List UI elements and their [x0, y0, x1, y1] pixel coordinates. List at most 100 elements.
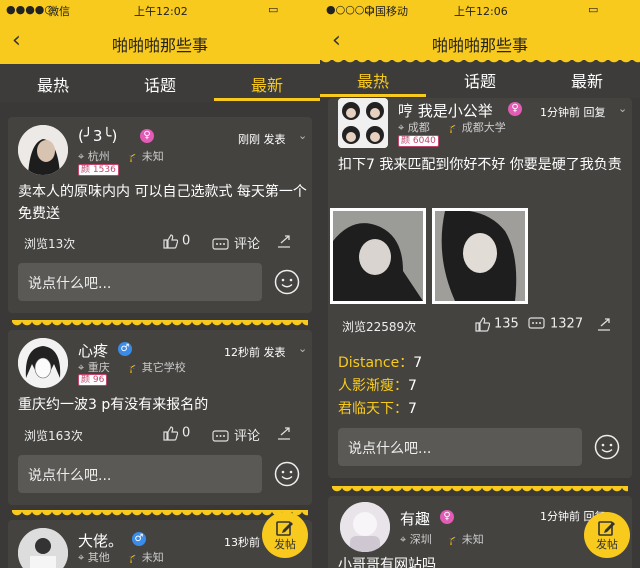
photo-image [435, 211, 525, 301]
tab-latest[interactable]: 最新 [534, 68, 640, 92]
page-title: 啪啪啪那些事 [111, 36, 208, 55]
reply-item[interactable]: 人影渐瘦：7 [338, 375, 417, 395]
new-post-label: 发帖 [274, 538, 296, 551]
author-name[interactable]: 哼 我是小公举 [398, 100, 493, 121]
tab-latest[interactable]: 最新 [214, 72, 320, 96]
post-photo[interactable] [330, 208, 426, 304]
cap-icon: 🎓 [128, 150, 142, 163]
new-post-button[interactable]: 发帖 [584, 512, 630, 558]
comment-input[interactable]: 说点什么吧... [338, 428, 582, 466]
post-content: 卖本人的原味内内 可以自己选款式 每天第一个免费送 [18, 184, 307, 222]
thumb-up-icon [163, 234, 179, 249]
like-button[interactable]: 0 [162, 425, 190, 441]
signal-indicator: ●●●●○ [6, 3, 54, 16]
avatar[interactable] [340, 502, 390, 552]
emoji-icon[interactable] [274, 461, 300, 487]
level-badge: 颜 1536 [78, 164, 119, 176]
author-name[interactable]: (╯3╰) [78, 127, 117, 145]
reply-text: 7 [408, 378, 417, 394]
like-button[interactable]: 0 [162, 233, 190, 249]
reply-item[interactable]: 君临天下：7 [338, 398, 417, 418]
male-icon: ♂ [132, 532, 146, 546]
clock: 上午12:02 [134, 5, 188, 18]
scallop-divider [320, 56, 640, 66]
cap-icon: 🎓 [128, 361, 142, 374]
cap-icon: 🎓 [128, 551, 142, 564]
share-icon [278, 235, 290, 248]
tab-underline [214, 98, 320, 101]
post-card[interactable]: 心疼 ♂ ⌖ 重庆 🎓其它学校 颜 96 12秒前 发表 ⌄ 重庆约一波3 p有… [8, 330, 312, 505]
photo-image [333, 211, 423, 301]
page-title: 啪啪啪那些事 [431, 36, 528, 55]
pin-icon: ⌖ [400, 533, 407, 546]
chevron-down-icon[interactable]: ⌄ [298, 342, 307, 355]
tab-topics[interactable]: 话题 [427, 68, 533, 92]
view-count: 浏览163次 [24, 429, 83, 443]
pin-icon: ⌖ [78, 150, 85, 163]
tab-hot[interactable]: 最热 [0, 72, 106, 96]
post-time: 刚刚 发表 [238, 133, 286, 146]
female-icon: ♀ [508, 102, 522, 116]
badge-icon: 颜 [401, 136, 411, 146]
level-badge: 颜 96 [78, 374, 108, 386]
left-screen: ●●●●○ 微信 上午12:02 ▭ ‹ 啪啪啪那些事 最热 话题 最新 (╯3… [0, 0, 320, 568]
chevron-down-icon[interactable]: ⌄ [618, 102, 627, 115]
pin-icon: ⌖ [398, 121, 405, 134]
pin-icon: ⌖ [78, 551, 85, 564]
scallop-divider [332, 486, 628, 494]
post-card[interactable]: 哼 我是小公举 ♀ ⌖ 成都 🎓成都大学 颜 6040 1分钟前 回复 ⌄ 扣下… [328, 98, 632, 478]
post-content: 扣下7 我来匹配到你好不好 你要是硬了我负责 [338, 157, 622, 173]
battery-icon: ▭ [268, 3, 279, 16]
comment-icon [212, 429, 229, 442]
emoji-icon[interactable] [594, 434, 620, 460]
view-count: 浏览22589次 [342, 320, 417, 334]
new-post-button[interactable]: 发帖 [262, 512, 308, 558]
school: 🎓成都大学 [448, 121, 506, 134]
post-card[interactable]: (╯3╰) ♀ ⌖ 杭州 🎓未知 颜 1536 刚刚 发表 ⌄ 卖本人的原味内内… [8, 117, 312, 313]
avatar[interactable] [18, 125, 68, 175]
share-button[interactable] [276, 425, 296, 441]
location: ⌖ 杭州 [78, 150, 110, 163]
comment-input[interactable]: 说点什么吧... [18, 455, 262, 493]
thumb-up-icon [163, 426, 179, 441]
new-post-label: 发帖 [596, 538, 618, 551]
avatar[interactable] [18, 528, 68, 568]
like-button[interactable]: 135 [474, 316, 519, 332]
carrier-label: 微信 [48, 5, 70, 18]
share-icon [278, 427, 290, 440]
female-icon: ♀ [440, 510, 454, 524]
tab-underline [320, 94, 426, 97]
school: 🎓未知 [128, 150, 164, 163]
post-photo[interactable] [432, 208, 528, 304]
comment-icon [212, 237, 229, 250]
battery-icon: ▭ [588, 3, 599, 16]
author-name[interactable]: 大佬。 [78, 530, 123, 551]
author-name[interactable]: 有趣 [400, 508, 430, 529]
chevron-down-icon[interactable]: ⌄ [298, 129, 307, 142]
reply-item[interactable]: Distance：7 [338, 352, 422, 372]
status-bar: ●●●●○ 微信 上午12:02 ▭ [0, 0, 320, 20]
comment-input[interactable]: 说点什么吧... [18, 263, 262, 301]
tab-hot[interactable]: 最热 [320, 68, 426, 92]
reply-text: 7 [408, 401, 417, 417]
avatar[interactable] [18, 338, 68, 388]
avatar[interactable] [338, 98, 388, 148]
location: ⌖ 成都 [398, 121, 430, 134]
comment-button[interactable]: 评论 [212, 425, 260, 445]
scallop-divider [12, 320, 308, 328]
level-badge: 颜 6040 [398, 135, 439, 147]
tab-bar: 最热 话题 最新 [0, 64, 320, 102]
tab-topics[interactable]: 话题 [107, 72, 213, 96]
comment-button[interactable]: 1327 [528, 316, 583, 332]
emoji-icon[interactable] [274, 269, 300, 295]
location: ⌖ 深圳 [400, 533, 432, 546]
share-button[interactable] [276, 233, 296, 249]
status-bar: ●○○○○ 中国移动 上午12:06 ▭ [320, 0, 640, 20]
carrier-label: 中国移动 [364, 5, 408, 18]
scallop-divider [0, 57, 320, 67]
author-name[interactable]: 心疼 [78, 340, 108, 361]
share-button[interactable] [596, 316, 616, 332]
reply-author: Distance [338, 355, 400, 371]
thumb-up-icon [475, 317, 491, 332]
comment-button[interactable]: 评论 [212, 233, 260, 253]
